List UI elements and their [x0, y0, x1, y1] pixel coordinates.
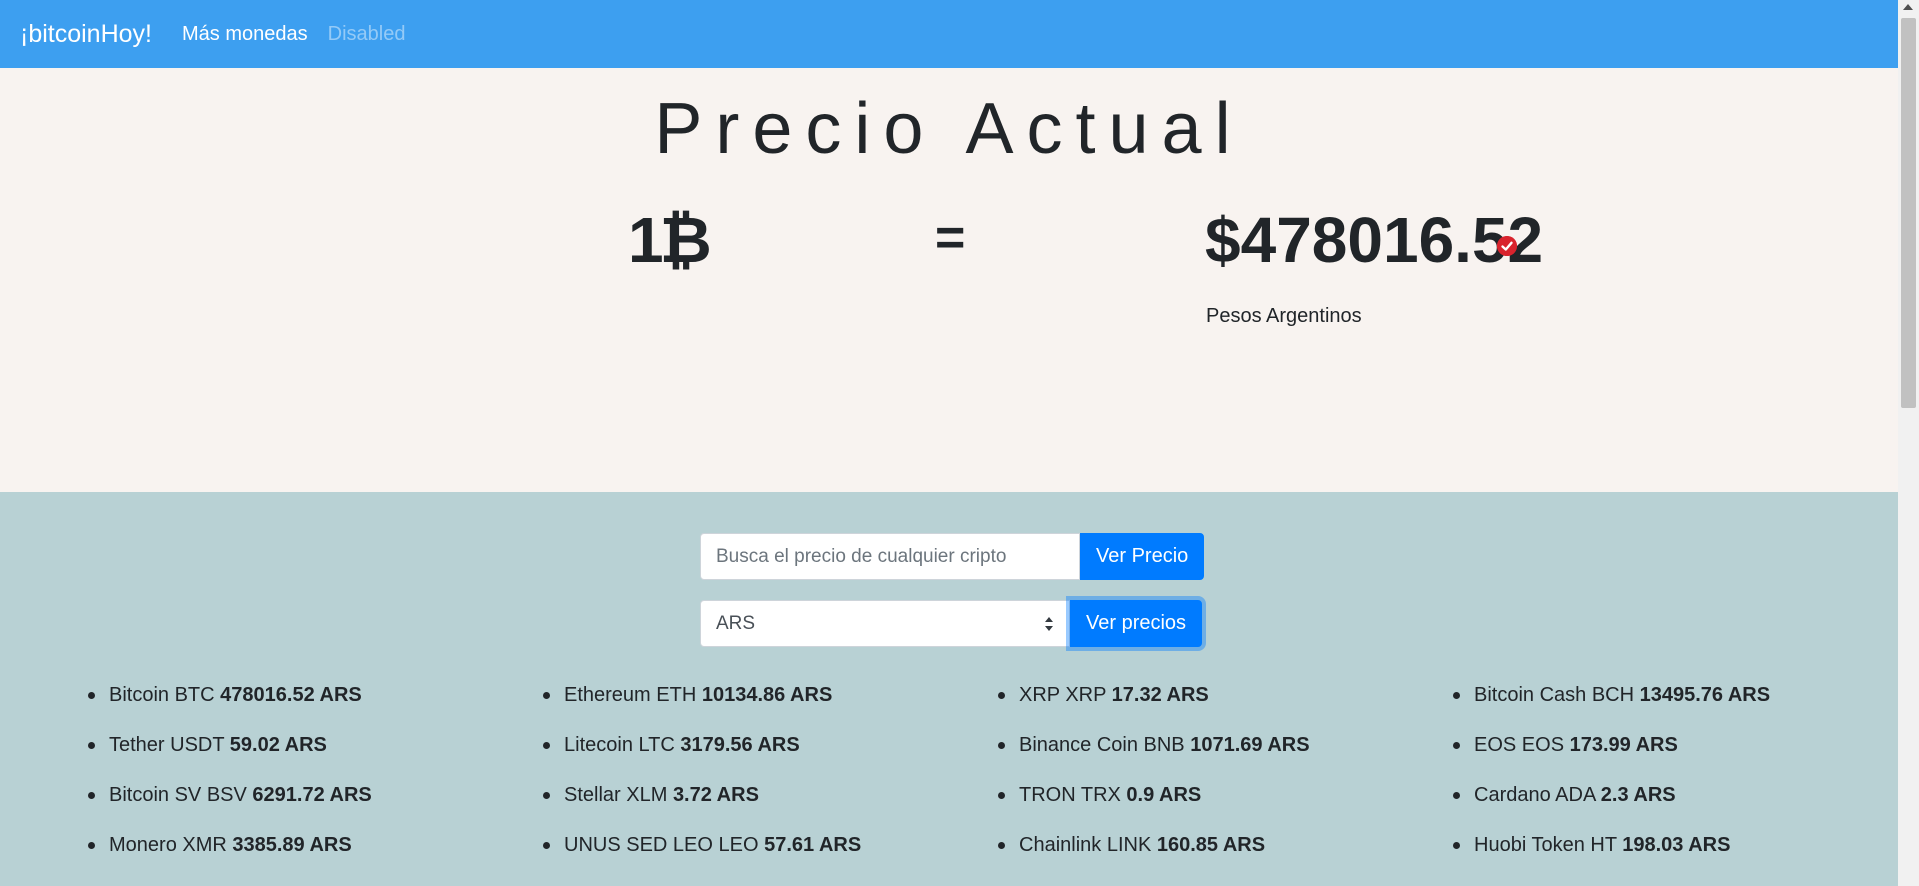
coin-price: 59.02 ARS: [229, 734, 327, 756]
coin-list-item: Chainlink LINK 160.85 ARS: [996, 820, 1451, 870]
coin-list-item: Litecoin LTC 3179.56 ARS: [541, 720, 996, 770]
vertical-scrollbar[interactable]: [1898, 0, 1919, 886]
coin-list-item: Monero XMR 3385.89 ARS: [86, 820, 541, 870]
coin-price: 17.32 ARS: [1111, 684, 1209, 706]
coin-name: Cardano ADA: [1474, 784, 1596, 806]
page: ¡bitcoinHoy! Más monedas Disabled Precio…: [0, 0, 1919, 886]
coin-name: TRON TRX: [1019, 784, 1121, 806]
coin-price: 10134.86 ARS: [701, 684, 833, 706]
coin-price: 173.99 ARS: [1569, 734, 1678, 756]
coin-name: Stellar XLM: [564, 784, 668, 806]
currency-select[interactable]: ARS: [700, 600, 1070, 647]
scrollbar-thumb[interactable]: [1901, 18, 1916, 408]
coin-list-item: XRP XRP 17.32 ARS: [996, 670, 1451, 720]
coin-list-item: Cardano ADA 2.3 ARS: [1451, 770, 1906, 820]
equals-sign: =: [935, 209, 966, 267]
coin-name: Chainlink LINK: [1019, 834, 1152, 856]
ver-precios-button[interactable]: Ver precios: [1070, 600, 1203, 647]
nav-link-disabled: Disabled: [327, 22, 406, 45]
coin-name: EOS EOS: [1474, 734, 1565, 756]
coin-name: Monero XMR: [109, 834, 227, 856]
navbar: ¡bitcoinHoy! Más monedas Disabled: [0, 0, 1898, 68]
coin-name: UNUS SED LEO LEO: [564, 834, 759, 856]
coin-price: 1071.69 ARS: [1190, 734, 1310, 756]
coin-price: 57.61 ARS: [764, 834, 862, 856]
prices-section: Ver Precio ARS Ver precios Bitcoin BTC 4…: [0, 492, 1898, 886]
coin-price: 3385.89 ARS: [232, 834, 352, 856]
coin-price: 478016.52 ARS: [220, 684, 362, 706]
coin-list-item: Tether USDT 59.02 ARS: [86, 720, 541, 770]
hero-section: Precio Actual 1₿ = $478016.52 Pesos Arge…: [0, 68, 1898, 492]
current-price: $478016.52: [1205, 204, 1544, 276]
brand-link[interactable]: ¡bitcoinHoy!: [20, 20, 152, 49]
coin-list: Bitcoin BTC 478016.52 ARS Ethereum ETH 10…: [86, 670, 1906, 870]
nav-link-mas-monedas[interactable]: Más monedas: [182, 23, 308, 46]
coin-list-item: Huobi Token HT 198.03 ARS: [1451, 820, 1906, 870]
coin-name: Bitcoin SV BSV: [109, 784, 247, 806]
search-form: Ver Precio: [700, 533, 1205, 581]
coin-list-item: TRON TRX 0.9 ARS: [996, 770, 1451, 820]
btc-amount: 1₿: [628, 204, 712, 276]
coin-name: Binance Coin BNB: [1019, 734, 1185, 756]
search-input[interactable]: [700, 533, 1080, 580]
coin-price: 2.3 ARS: [1600, 784, 1676, 806]
coin-price: 160.85 ARS: [1156, 834, 1266, 856]
coin-name: Bitcoin BTC: [109, 684, 215, 706]
currency-form: ARS Ver precios: [700, 600, 1203, 648]
coin-list-item: Bitcoin BTC 478016.52 ARS: [86, 670, 541, 720]
coin-price: 0.9 ARS: [1126, 784, 1202, 806]
coin-name: Tether USDT: [109, 734, 225, 756]
coin-list-item: UNUS SED LEO LEO 57.61 ARS: [541, 820, 996, 870]
coin-list-item: Ethereum ETH 10134.86 ARS: [541, 670, 996, 720]
scroll-up-arrow-icon[interactable]: [1903, 4, 1913, 10]
currency-name: Pesos Argentinos: [1206, 305, 1362, 327]
coin-name: Ethereum ETH: [564, 684, 697, 706]
ver-precio-button[interactable]: Ver Precio: [1080, 533, 1205, 580]
coin-list-item: Binance Coin BNB 1071.69 ARS: [996, 720, 1451, 770]
coin-price: 3179.56 ARS: [680, 734, 800, 756]
coin-name: XRP XRP: [1019, 684, 1107, 706]
coin-price: 198.03 ARS: [1622, 834, 1731, 856]
coin-price: 6291.72 ARS: [252, 784, 372, 806]
coin-name: Bitcoin Cash BCH: [1474, 684, 1635, 706]
updown-arrows-icon: [1044, 616, 1054, 632]
coin-price: 13495.76 ARS: [1639, 684, 1771, 706]
coin-list-item: Bitcoin Cash BCH 13495.76 ARS: [1451, 670, 1906, 720]
coin-name: Huobi Token HT: [1474, 834, 1617, 856]
coin-list-item: Stellar XLM 3.72 ARS: [541, 770, 996, 820]
page-title: Precio Actual: [654, 89, 1244, 169]
coin-price: 3.72 ARS: [672, 784, 759, 806]
currency-select-value: ARS: [716, 612, 756, 634]
check-icon: [1497, 236, 1517, 256]
coin-list-item: Bitcoin SV BSV 6291.72 ARS: [86, 770, 541, 820]
coin-name: Litecoin LTC: [564, 734, 675, 756]
coin-list-item: EOS EOS 173.99 ARS: [1451, 720, 1906, 770]
